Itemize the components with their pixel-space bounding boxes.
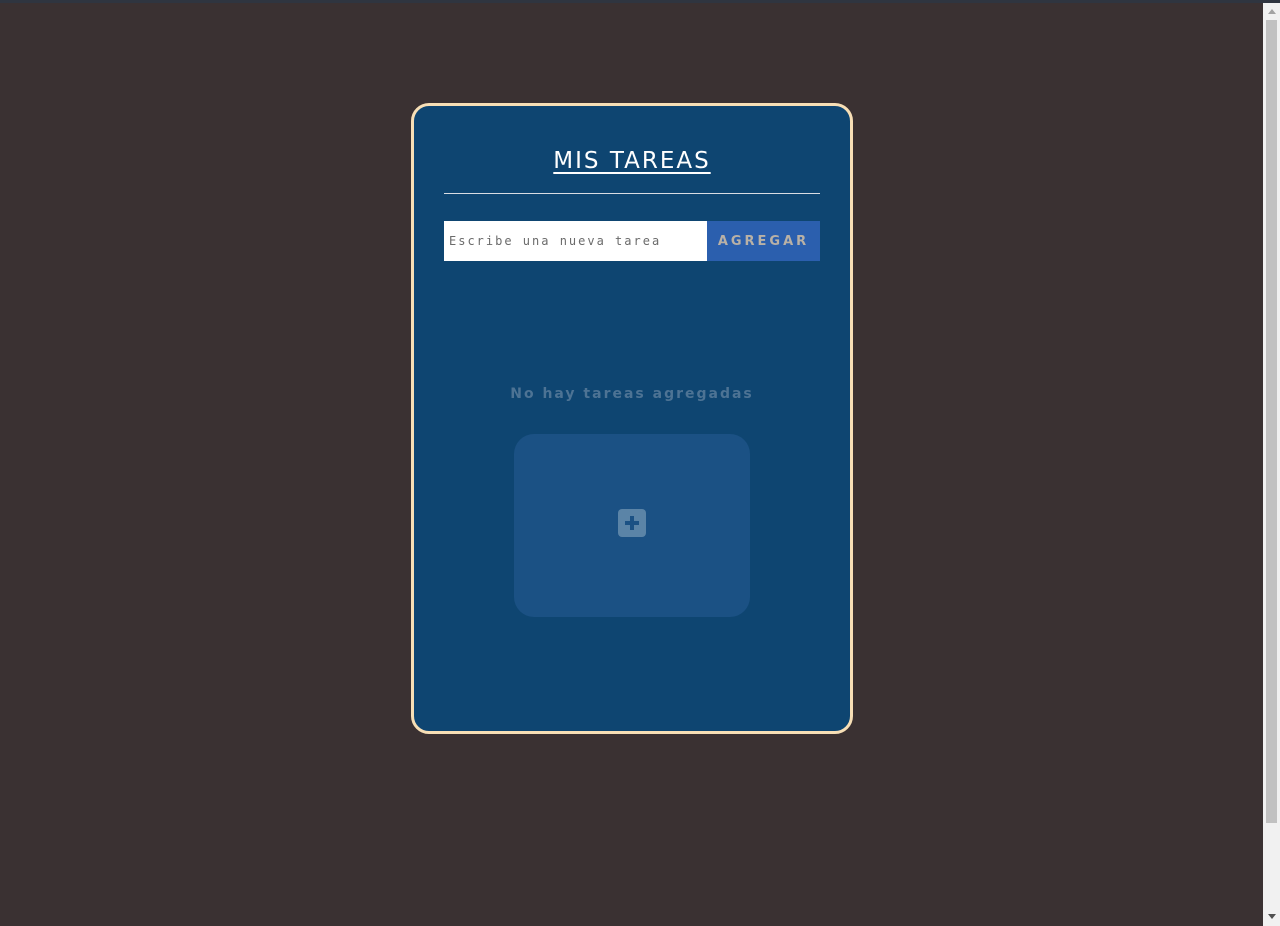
add-task-button[interactable]: AGREGAR <box>707 221 820 261</box>
scrollbar-thumb[interactable] <box>1266 20 1277 823</box>
scroll-down-arrow-icon[interactable] <box>1268 914 1276 919</box>
new-task-input[interactable] <box>444 221 707 261</box>
plus-square-icon[interactable] <box>618 509 646 537</box>
empty-state-message: No hay tareas agregadas <box>510 386 754 402</box>
add-task-form: AGREGAR <box>444 221 820 261</box>
title-divider <box>444 193 820 194</box>
page-title: MIS TAREAS <box>553 148 711 174</box>
vertical-scrollbar[interactable] <box>1263 3 1280 926</box>
task-card: MIS TAREAS AGREGAR No hay tareas agregad… <box>411 103 853 734</box>
empty-state-box[interactable] <box>514 434 750 617</box>
scroll-up-arrow-icon[interactable] <box>1268 9 1276 14</box>
